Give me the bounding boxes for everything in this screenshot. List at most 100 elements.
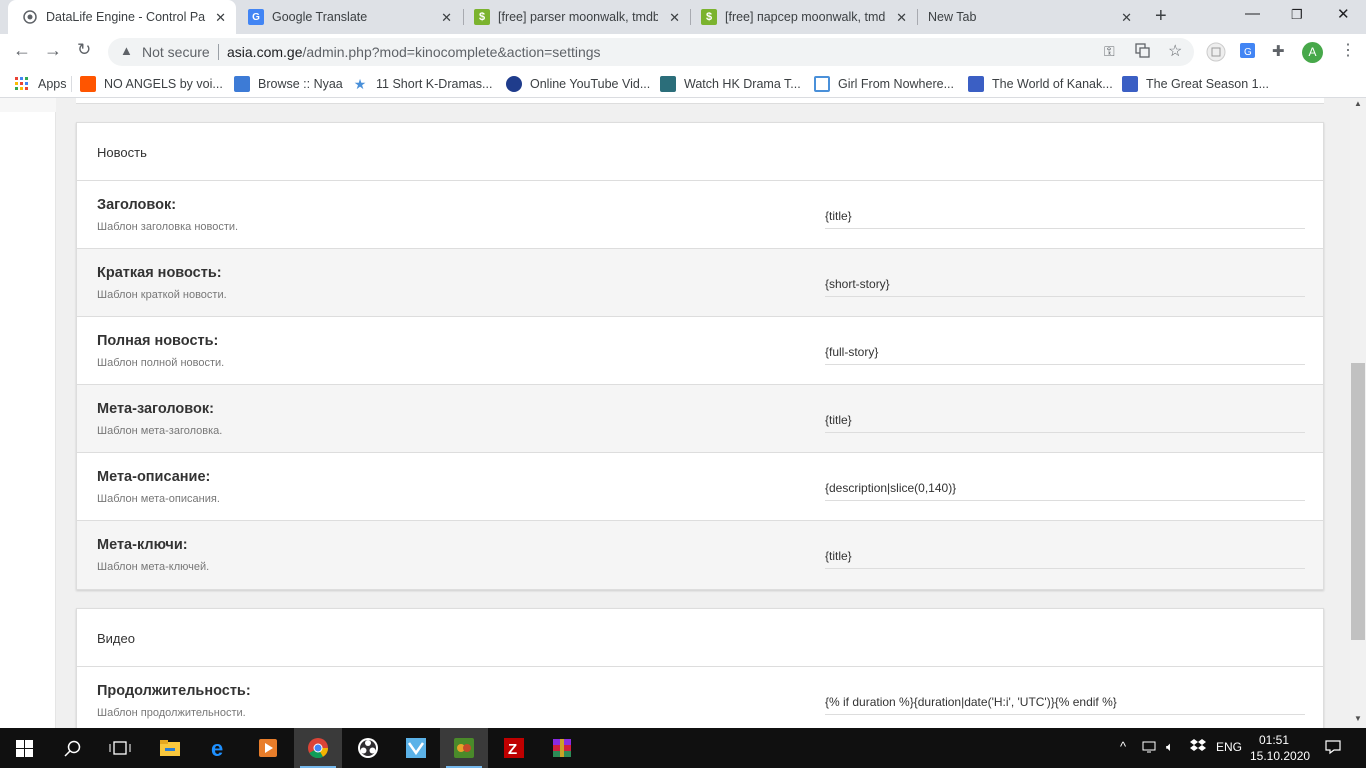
meta-description-template-input[interactable] <box>825 479 1305 501</box>
svg-text:G: G <box>1244 47 1252 58</box>
back-icon[interactable]: ← <box>13 40 31 61</box>
tab-parser-ru[interactable]: $ [free] парсер moonwalk, tmdb ✕ <box>691 0 917 34</box>
clock-date: 15.10.2020 <box>1250 749 1311 763</box>
bookmark-youtube-video[interactable]: Online YouTube Vid... <box>506 76 650 92</box>
bookmark-apps[interactable]: Apps <box>14 76 67 92</box>
bookmark-no-angels[interactable]: NO ANGELS by voi... <box>80 76 223 92</box>
scrollbar-thumb[interactable] <box>1351 363 1365 640</box>
bookmark-great-season[interactable]: The Great Season 1... <box>1122 76 1269 92</box>
tab-datalife[interactable]: DataLife Engine - Control Pane ✕ <box>8 0 236 34</box>
setting-title: Мета-заголовок: <box>97 401 214 417</box>
setting-description: Шаблон мета-ключей. <box>97 561 210 573</box>
admin-sidebar <box>0 98 56 728</box>
language-indicator[interactable]: ENG <box>1216 740 1242 754</box>
close-tab-icon[interactable]: ✕ <box>441 10 452 26</box>
extensions-puzzle-icon[interactable]: ✚ <box>1272 42 1285 60</box>
search-icon[interactable] <box>48 728 96 768</box>
setting-description: Шаблон мета-заголовка. <box>97 425 223 437</box>
page-content: Новость Заголовок: Шаблон заголовка ново… <box>0 98 1350 728</box>
star-icon: ★ <box>353 76 367 92</box>
settings-rows: Продолжительность: Шаблон продолжительно… <box>77 667 1323 728</box>
not-secure-label[interactable]: Not secure <box>142 44 210 60</box>
close-tab-icon[interactable]: ✕ <box>669 10 680 26</box>
bookmark-girl-from-nowhere[interactable]: Girl From Nowhere... <box>814 76 954 92</box>
bookmark-label: The Great Season 1... <box>1146 77 1269 91</box>
system-clock[interactable]: 01:51 15.10.2020 <box>1250 732 1311 764</box>
key-icon[interactable]: ⚿ <box>1104 43 1115 60</box>
close-window-icon[interactable]: ✕ <box>1337 5 1350 23</box>
network-icon[interactable] <box>1142 739 1158 758</box>
notifications-icon[interactable] <box>1325 739 1341 758</box>
winrar-icon[interactable] <box>538 728 586 768</box>
setting-description: Шаблон краткой новости. <box>97 289 227 301</box>
close-tab-icon[interactable]: ✕ <box>896 10 907 26</box>
settings-rows: Заголовок: Шаблон заголовка новости. Кра… <box>77 181 1323 589</box>
file-explorer-icon[interactable] <box>146 728 194 768</box>
duration-template-input[interactable] <box>825 693 1305 715</box>
meta-keywords-template-input[interactable] <box>825 547 1305 569</box>
section-header: Видео <box>77 609 1323 667</box>
full-story-template-input[interactable] <box>825 343 1305 365</box>
visual-studio-code-icon[interactable] <box>392 728 440 768</box>
setting-row-short-story: Краткая новость: Шаблон краткой новости. <box>77 249 1323 317</box>
reload-icon[interactable]: ↻ <box>77 40 91 60</box>
previous-card-bottom <box>76 98 1324 104</box>
bookmark-nyaa[interactable]: Browse :: Nyaa <box>234 76 343 92</box>
scroll-down-icon[interactable]: ▼ <box>1354 714 1362 723</box>
bookmark-label: Browse :: Nyaa <box>258 77 343 91</box>
setting-row-full-story: Полная новость: Шаблон полной новости. <box>77 317 1323 385</box>
restore-icon[interactable]: ❐ <box>1291 7 1303 23</box>
video-settings-card: Видео Продолжительность: Шаблон продолжи… <box>76 608 1324 728</box>
url-text[interactable]: asia.com.ge/admin.php?mod=kinocomplete&a… <box>227 44 601 60</box>
google-translate-extension-icon[interactable]: G <box>1239 42 1256 63</box>
tray-chevron-up-icon[interactable]: ^ <box>1120 739 1126 754</box>
google-translate-icon: G <box>248 9 264 25</box>
dollar-icon: $ <box>701 9 717 25</box>
scroll-up-icon[interactable]: ▲ <box>1354 99 1362 108</box>
bookmark-k-dramas[interactable]: ★ 11 Short K-Dramas... <box>352 76 493 92</box>
bookmark-hk-drama[interactable]: Watch HK Drama T... <box>660 76 801 92</box>
short-story-template-input[interactable] <box>825 275 1305 297</box>
tab-google-translate[interactable]: G Google Translate ✕ <box>236 0 462 34</box>
bookmark-label: NO ANGELS by voi... <box>104 77 223 91</box>
translate-icon[interactable] <box>1135 43 1150 61</box>
bookmark-star-icon[interactable]: ☆ <box>1168 41 1182 61</box>
dollar-icon: $ <box>474 9 490 25</box>
setting-title: Мета-описание: <box>97 469 211 485</box>
setting-title: Краткая новость: <box>97 265 222 281</box>
apps-grid-icon <box>14 76 30 92</box>
url-host: asia.com.ge <box>227 44 303 60</box>
setting-row-meta-description: Мета-описание: Шаблон мета-описания. <box>77 453 1323 521</box>
avatar[interactable]: A <box>1302 42 1323 63</box>
minimize-icon[interactable]: — <box>1245 5 1260 22</box>
tab-new-tab[interactable]: New Tab ✕ <box>918 0 1142 34</box>
bookmark-label: 11 Short K-Dramas... <box>376 77 493 91</box>
section-header: Новость <box>77 123 1323 181</box>
dropbox-icon[interactable] <box>1190 739 1206 756</box>
meta-title-template-input[interactable] <box>825 411 1305 433</box>
volume-icon[interactable]: 🔈︎ <box>1166 739 1174 755</box>
obs-icon[interactable] <box>344 728 392 768</box>
bookmark-world-of-kanak[interactable]: The World of Kanak... <box>968 76 1113 92</box>
address-bar[interactable]: ▲ Not secure asia.com.ge/admin.php?mod=k… <box>108 38 1194 66</box>
new-tab-button[interactable]: + <box>1155 5 1167 28</box>
forward-icon[interactable]: → <box>44 40 62 61</box>
close-tab-icon[interactable]: ✕ <box>1121 10 1132 26</box>
windows-start-icon[interactable] <box>0 728 48 768</box>
bookmark-separator <box>71 76 72 92</box>
setting-description: Шаблон мета-описания. <box>97 493 220 505</box>
tab-parser-en[interactable]: $ [free] parser moonwalk, tmdb, ✕ <box>464 0 690 34</box>
film-icon <box>1122 76 1138 92</box>
edge-icon[interactable]: e <box>196 728 244 768</box>
close-tab-icon[interactable]: ✕ <box>215 10 226 26</box>
filezilla-icon[interactable]: Z <box>490 728 538 768</box>
task-view-icon[interactable] <box>96 728 144 768</box>
page-scrollbar[interactable]: ▲ ▼ <box>1350 98 1366 728</box>
extension-box-icon[interactable] <box>1206 42 1226 66</box>
media-player-icon[interactable] <box>244 728 292 768</box>
menu-kebab-icon[interactable]: ⋮ <box>1340 40 1356 60</box>
soundcloud-icon <box>80 76 96 92</box>
chrome-icon[interactable] <box>294 728 342 768</box>
dev-tool-icon[interactable] <box>440 728 488 768</box>
title-template-input[interactable] <box>825 207 1305 229</box>
